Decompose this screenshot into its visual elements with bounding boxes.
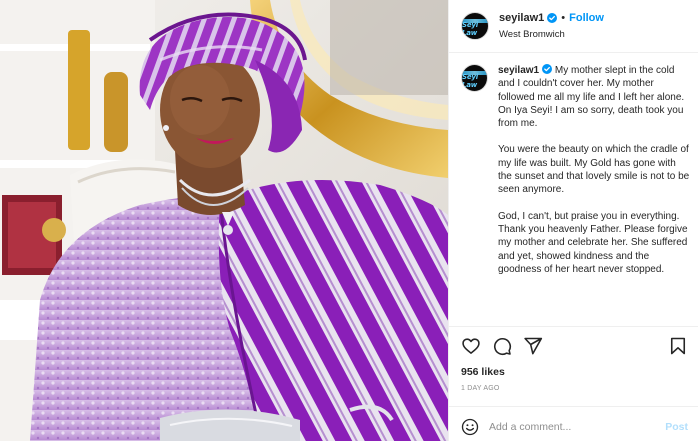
share-icon[interactable] (523, 336, 543, 356)
separator-dot: • (561, 11, 566, 24)
author-avatar[interactable]: Seyi Law (461, 12, 489, 40)
caption-paragraph-2: You were the beauty on which the cradle … (497, 144, 690, 196)
photo-woman-in-purple-attire (0, 0, 448, 441)
add-comment-bar: Post (461, 416, 688, 438)
bookmark-icon[interactable] (668, 336, 688, 356)
comment-divider (449, 406, 698, 407)
post-comment-button[interactable]: Post (665, 421, 688, 433)
header-row: seyilaw1 • Follow (499, 11, 604, 26)
post-caption: Seyi Law seyilaw1 My mother slept in the… (461, 64, 690, 289)
caption-text: seyilaw1 My mother slept in the cold and… (498, 64, 690, 289)
post-photo[interactable] (0, 0, 448, 441)
avatar-logo-text: Seyi Law (462, 73, 478, 89)
post-header: Seyi Law seyilaw1 • Follow West Bromwich (461, 10, 688, 42)
post-timestamp[interactable]: 1 DAY AGO (461, 385, 500, 392)
verified-badge-icon (542, 64, 553, 74)
post-detail-panel: Seyi Law seyilaw1 • Follow West Bromwich… (448, 0, 698, 441)
author-username[interactable]: seyilaw1 (499, 11, 544, 26)
follow-button[interactable]: Follow (569, 11, 604, 26)
verified-badge-icon (547, 13, 558, 23)
post-location[interactable]: West Bromwich (499, 27, 604, 42)
caption-paragraph-1: seyilaw1 My mother slept in the cold and… (498, 64, 690, 130)
caption-author-avatar[interactable]: Seyi Law (461, 64, 488, 92)
emoji-icon[interactable] (461, 418, 479, 436)
avatar-logo-text: Seyi Law (462, 21, 478, 37)
header-divider (449, 52, 698, 53)
likes-count[interactable]: 956 likes (461, 366, 505, 378)
caption-paragraph-3: God, I can't, but praise you in everythi… (497, 210, 688, 275)
post-header-meta: seyilaw1 • Follow West Bromwich (499, 11, 604, 42)
caption-username[interactable]: seyilaw1 (498, 65, 539, 76)
comment-input[interactable] (489, 421, 666, 433)
comment-icon[interactable] (492, 336, 512, 356)
actions-divider (449, 326, 698, 327)
heart-icon[interactable] (461, 336, 481, 356)
post-actions (461, 336, 688, 356)
